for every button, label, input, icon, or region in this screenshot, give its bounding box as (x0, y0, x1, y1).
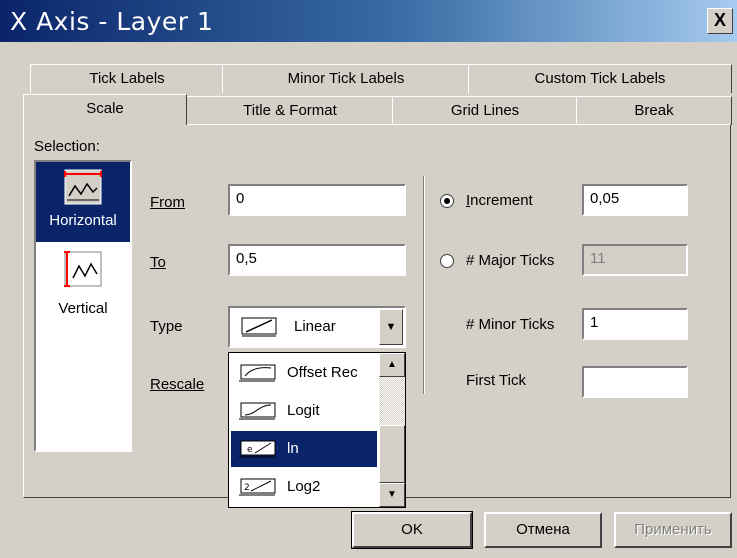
selection-label: Selection: (34, 138, 100, 155)
scroll-up-button[interactable]: ▲ (379, 353, 405, 377)
svg-text:e: e (247, 445, 253, 455)
rescale-label: Rescale (150, 376, 205, 393)
close-button[interactable]: X (707, 8, 733, 34)
apply-button[interactable]: Применить (614, 512, 732, 548)
to-label: To (150, 254, 166, 271)
dropdown-scrollbar[interactable]: ▲ ▼ (379, 353, 405, 507)
increment-input[interactable]: 0,05 (582, 184, 688, 216)
scroll-down-button[interactable]: ▼ (379, 483, 405, 507)
cancel-button[interactable]: Отмена (484, 512, 602, 548)
first-tick-input[interactable] (582, 366, 688, 398)
linear-scale-icon (241, 317, 277, 337)
scroll-thumb[interactable] (379, 425, 405, 483)
first-tick-label: First Tick (466, 372, 526, 389)
selection-item-horizontal[interactable]: Horizontal (36, 162, 130, 242)
tab-scale[interactable]: Scale (23, 94, 187, 125)
close-icon: X (713, 10, 726, 30)
type-option-ln[interactable]: e ln (231, 431, 377, 467)
type-select-value: Linear (294, 318, 336, 335)
offset-reciprocal-icon (239, 364, 276, 382)
major-ticks-input[interactable]: 11 (582, 244, 688, 276)
ln-scale-icon: e (239, 440, 276, 458)
selection-vertical-label: Vertical (58, 300, 108, 317)
tab-grid-lines[interactable]: Grid Lines (392, 96, 578, 125)
type-dropdown-button[interactable]: ▼ (379, 309, 403, 345)
title-bar: X Axis - Layer 1 X (0, 0, 737, 42)
logit-scale-icon (239, 402, 276, 420)
chevron-down-icon: ▼ (385, 321, 397, 333)
type-dropdown-list[interactable]: Offset Rec Logit e ln 2 Log2 ▲ ▼ (228, 352, 406, 508)
ok-button[interactable]: OK (351, 511, 473, 549)
major-ticks-radio[interactable] (440, 254, 454, 268)
type-select[interactable]: Linear ▼ (228, 306, 406, 348)
from-input[interactable]: 0 (228, 184, 406, 216)
type-option-offset-rec[interactable]: Offset Rec (231, 355, 377, 391)
vertical-divider (423, 176, 425, 394)
tab-custom-tick-labels[interactable]: Custom Tick Labels (468, 64, 732, 93)
selection-item-vertical[interactable]: Vertical (36, 246, 130, 326)
increment-radio[interactable] (440, 194, 454, 208)
minor-ticks-input[interactable]: 1 (582, 308, 688, 340)
chevron-down-icon: ▼ (387, 489, 397, 500)
tab-tick-labels[interactable]: Tick Labels (30, 64, 224, 93)
selection-horizontal-label: Horizontal (49, 212, 117, 229)
chevron-up-icon: ▲ (387, 359, 397, 370)
tab-break[interactable]: Break (576, 96, 732, 125)
from-label: From (150, 194, 185, 211)
vertical-axis-icon (64, 251, 102, 287)
svg-text:2: 2 (244, 483, 250, 493)
minor-ticks-label: # Minor Ticks (466, 316, 555, 333)
window-title: X Axis - Layer 1 (10, 7, 214, 36)
log2-scale-icon: 2 (239, 478, 276, 496)
type-option-logit[interactable]: Logit (231, 393, 377, 429)
selection-list[interactable]: Horizontal Vertical (34, 160, 132, 452)
increment-label: Increment (466, 192, 533, 209)
tab-minor-tick-labels[interactable]: Minor Tick Labels (222, 64, 470, 93)
type-label: Type (150, 318, 183, 335)
tab-title-format[interactable]: Title & Format (186, 96, 394, 125)
to-input[interactable]: 0,5 (228, 244, 406, 276)
type-option-log2[interactable]: 2 Log2 (231, 469, 377, 505)
horizontal-axis-icon (64, 169, 102, 205)
major-ticks-label: # Major Ticks (466, 252, 555, 269)
